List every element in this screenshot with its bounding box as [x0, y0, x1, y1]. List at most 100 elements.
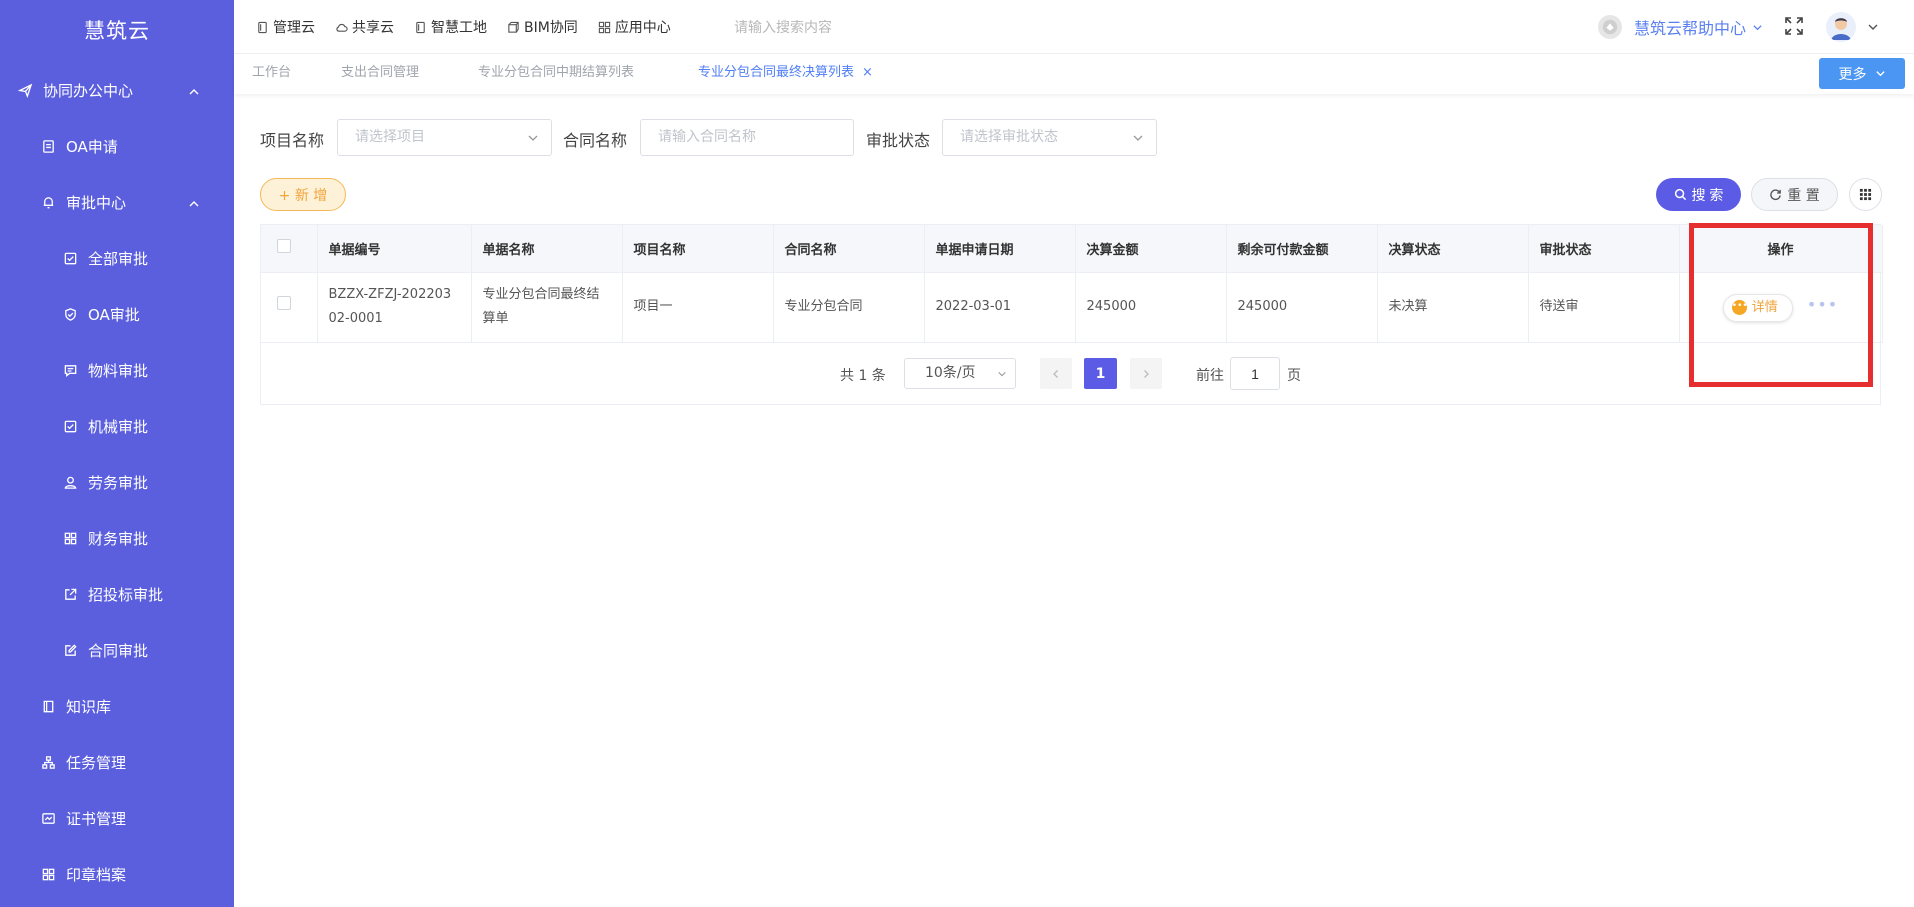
add-button[interactable]: + 新 增 — [260, 178, 346, 211]
page-number-current[interactable]: 1 — [1084, 358, 1117, 389]
tab-expense-contract[interactable]: 支出合同管理 — [341, 54, 419, 94]
grid-icon — [62, 530, 78, 546]
contract-name-input[interactable] — [658, 128, 853, 144]
project-select[interactable]: 请选择项目 — [337, 119, 552, 156]
sidebar-item-seal-archive[interactable]: 印章档案 — [0, 846, 234, 902]
nav-shared-cloud[interactable]: 共享云 — [335, 17, 394, 37]
sidebar-item-labor-approval[interactable]: 劳务审批 — [0, 454, 234, 510]
search-button[interactable]: 搜 索 — [1656, 178, 1741, 211]
column-settings-button[interactable] — [1849, 178, 1882, 211]
page-size-select[interactable]: 10条/页 — [904, 358, 1016, 389]
nav-label: 共享云 — [352, 20, 394, 36]
tab-label: 专业分包合同最终决算列表 — [698, 65, 855, 80]
chevron-up-icon — [188, 84, 200, 96]
col-doc-name: 单据名称 — [471, 225, 623, 273]
sidebar-item-label: 全部审批 — [88, 249, 149, 268]
sidebar-item-label: 合同审批 — [88, 641, 149, 660]
sidebar-item-material-approval[interactable]: 物料审批 — [0, 342, 234, 398]
col-approval-status: 审批状态 — [1528, 225, 1680, 273]
top-header: 管理云 共享云 智慧工地 BIM协同 应用中心 请输入搜索内容 慧筑云帮助中心 — [234, 0, 1914, 54]
sidebar-item-label: 任务管理 — [66, 753, 127, 772]
nav-management-cloud[interactable]: 管理云 — [256, 17, 315, 37]
chevron-left-icon — [1053, 369, 1058, 378]
col-project: 项目名称 — [622, 225, 774, 273]
doc-name-line: 算单 — [482, 311, 509, 326]
hierarchy-icon — [40, 754, 56, 770]
sidebar-item-task-management[interactable]: 任务管理 — [0, 734, 234, 790]
sidebar-item-knowledge-base[interactable]: 知识库 — [0, 678, 234, 734]
sidebar-item-finance-approval[interactable]: 财务审批 — [0, 510, 234, 566]
approval-status-label: 审批状态 — [866, 131, 931, 150]
sidebar-item-approval-center[interactable]: 审批中心 — [0, 174, 234, 230]
top-nav: 管理云 共享云 智慧工地 BIM协同 应用中心 — [256, 0, 691, 54]
col-contract: 合同名称 — [773, 225, 925, 273]
sidebar-item-oa-apply[interactable]: OA申请 — [0, 118, 234, 174]
project-select-placeholder: 请选择项目 — [355, 129, 425, 145]
select-all-cell — [261, 225, 318, 273]
approval-status-select[interactable]: 请选择审批状态 — [942, 119, 1157, 156]
fullscreen-icon[interactable] — [1784, 16, 1804, 36]
sidebar-item-all-approvals[interactable]: 全部审批 — [0, 230, 234, 286]
chevron-down-icon — [1875, 71, 1885, 77]
reset-button[interactable]: 重 置 — [1751, 178, 1838, 211]
chevron-down-icon — [1753, 24, 1762, 30]
goto-page-input[interactable] — [1230, 357, 1280, 390]
sidebar-item-label: 审批中心 — [66, 193, 127, 212]
chevron-down-icon[interactable] — [1867, 21, 1879, 33]
tab-interim-settlement[interactable]: 专业分包合同中期结算列表 — [478, 54, 634, 94]
select-all-checkbox[interactable] — [277, 239, 291, 254]
reset-label: 重 置 — [1787, 187, 1820, 204]
cloud-icon — [336, 23, 348, 32]
approval-status-placeholder: 请选择审批状态 — [960, 129, 1058, 145]
more-actions-icon[interactable]: ••• — [1807, 293, 1838, 317]
sidebar-item-oa-approval[interactable]: OA审批 — [0, 286, 234, 342]
tab-final-settlement[interactable]: 专业分包合同最终决算列表 × — [698, 54, 873, 94]
tabs-bar: 工作台 支出合同管理 专业分包合同中期结算列表 专业分包合同最终决算列表 × 更多 — [234, 54, 1914, 94]
sidebar-item-bidding-approval[interactable]: 招投标审批 — [0, 566, 234, 622]
grid-icon — [40, 866, 56, 882]
checkbox-icon — [62, 250, 78, 266]
more-circle-icon: ••• — [1731, 300, 1748, 315]
sidebar-item-certificate-management[interactable]: 证书管理 — [0, 790, 234, 846]
more-button[interactable]: 更多 — [1819, 58, 1905, 89]
table-row: BZZX-ZFZJ-202203 02-0001 专业分包合同最终结 算单 项目一 … — [261, 272, 1883, 343]
chevron-down-icon — [998, 371, 1006, 377]
refresh-icon — [1770, 189, 1782, 201]
cube-icon — [508, 21, 519, 33]
nav-label: BIM协同 — [524, 20, 578, 36]
sidebar-item-machinery-approval[interactable]: 机械审批 — [0, 398, 234, 454]
document-icon — [40, 138, 56, 154]
nav-smart-site[interactable]: 智慧工地 — [414, 17, 487, 37]
col-actions: 操作 — [1679, 225, 1883, 273]
more-label: 更多 — [1838, 65, 1867, 82]
tablet-icon — [258, 21, 267, 33]
nav-app-center[interactable]: 应用中心 — [598, 17, 671, 37]
sidebar-item-collab-office[interactable]: 协同办公中心 — [0, 62, 234, 118]
table-header-row: 单据编号 单据名称 项目名称 合同名称 单据申请日期 决算金额 剩余可付款金额 … — [261, 225, 1883, 273]
col-apply-date: 单据申请日期 — [924, 225, 1076, 273]
contract-name-field[interactable] — [640, 119, 854, 156]
row-select-cell — [261, 272, 318, 343]
tab-workbench[interactable]: 工作台 — [252, 54, 291, 94]
user-avatar[interactable] — [1826, 12, 1856, 42]
help-center-dropdown[interactable]: 慧筑云帮助中心 — [1598, 12, 1763, 42]
col-final-amount: 决算金额 — [1075, 225, 1227, 273]
sidebar-item-label: 协同办公中心 — [43, 81, 134, 100]
cell-contract: 专业分包合同 — [773, 272, 925, 343]
prev-page-button[interactable] — [1040, 358, 1072, 389]
grid-icon — [1859, 188, 1872, 201]
close-icon[interactable]: × — [862, 65, 873, 80]
global-search-input[interactable] — [734, 15, 954, 39]
certificate-icon — [40, 810, 56, 826]
row-checkbox[interactable] — [277, 296, 291, 310]
sidebar-item-contract-approval[interactable]: 合同审批 — [0, 622, 234, 678]
sidebar-item-label: 机械审批 — [88, 417, 149, 436]
page-size-value: 10条/页 — [925, 365, 976, 381]
detail-button[interactable]: ••• 详情 — [1722, 293, 1793, 322]
project-name-label: 项目名称 — [260, 131, 325, 150]
nav-bim[interactable]: BIM协同 — [507, 17, 578, 37]
cell-actions: ••• 详情 ••• — [1679, 272, 1883, 343]
brand-logo: 慧筑云 — [84, 19, 150, 43]
next-page-button[interactable] — [1130, 358, 1162, 389]
cell-remaining-amount: 245000 — [1226, 272, 1378, 343]
